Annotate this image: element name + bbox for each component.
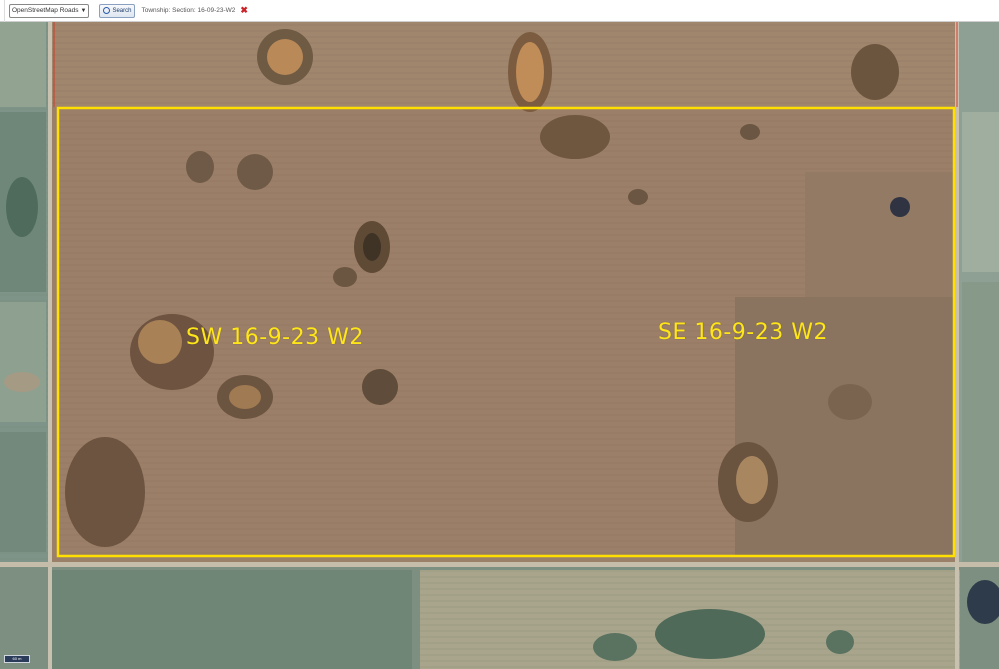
map-toolbar: OpenStreetMap Roads ▼ Search Township: S… bbox=[0, 0, 999, 22]
parcel-label-se: SE 16-9-23 W2 bbox=[658, 320, 828, 345]
scale-bar: 60 m bbox=[4, 655, 30, 663]
township-section-text: Township: Section: 16-09-23-W2 bbox=[141, 7, 236, 14]
toolbar-edge bbox=[0, 0, 5, 22]
search-icon bbox=[103, 7, 111, 14]
satellite-map[interactable]: SW 16-9-23 W2 SE 16-9-23 W2 60 m bbox=[0, 22, 999, 669]
basemap-layer-select[interactable]: OpenStreetMap Roads ▼ bbox=[9, 3, 90, 18]
basemap-layer-value: OpenStreetMap Roads bbox=[12, 7, 79, 14]
parcel-label-sw: SW 16-9-23 W2 bbox=[186, 325, 364, 350]
search-button[interactable]: Search bbox=[99, 3, 136, 18]
close-icon[interactable]: ✖ bbox=[240, 5, 248, 16]
chevron-down-icon: ▼ bbox=[80, 7, 87, 14]
satellite-imagery bbox=[0, 22, 999, 669]
search-button-label: Search bbox=[112, 7, 132, 14]
